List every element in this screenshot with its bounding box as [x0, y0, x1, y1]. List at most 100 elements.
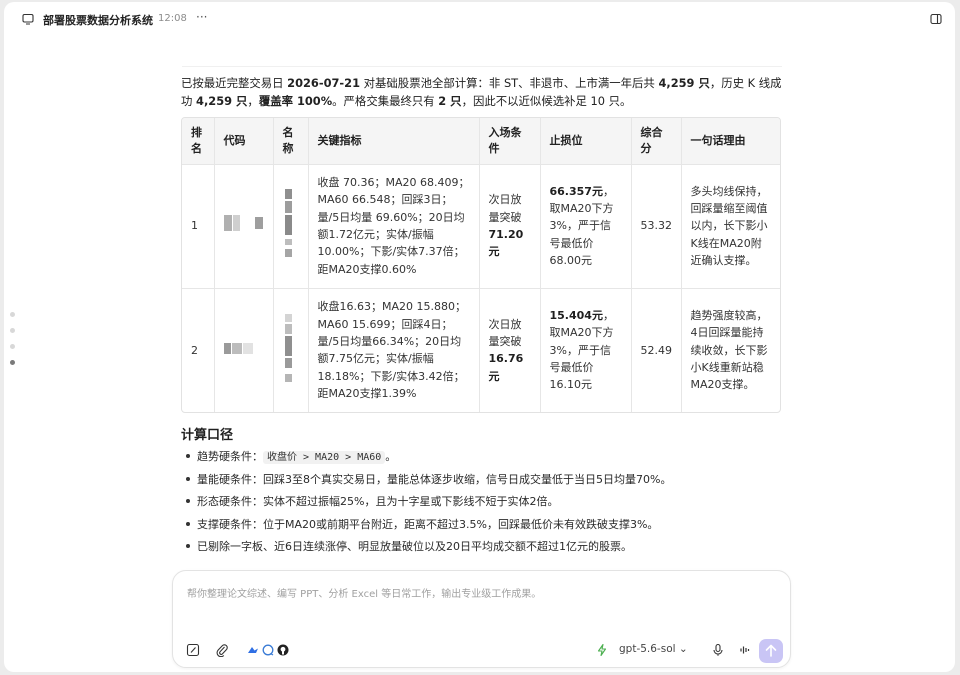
intro-text: 。严格交集最终只有 — [332, 94, 439, 108]
intro-paragraph: 已按最近完整交易日 2026-07-21 对基础股票池全部计算：非 ST、非退市… — [181, 74, 787, 110]
bullet-text: 趋势硬条件： — [197, 450, 263, 463]
more-options-icon[interactable]: ··· — [196, 10, 207, 24]
header-name: 名称 — [273, 118, 309, 165]
message-divider — [182, 66, 782, 67]
header-code: 代码 — [214, 118, 274, 165]
list-item: 支撑硬条件：位于MA20或前期平台附近，距离不超过3.5%，回踩最低价未有效跌破… — [181, 516, 671, 539]
app-window: 部署股票数据分析系统 12:08 ··· 已按最近完整交易日 2026-07-2… — [4, 2, 955, 672]
entry-price: 71.20元 — [488, 228, 524, 259]
stop-price: 15.404元 — [549, 309, 603, 322]
plugin-chat-icon[interactable] — [261, 643, 275, 657]
table-row: 1 收盘 70.36；MA20 68.409；MA60 66.548；回踩3日；… — [182, 164, 780, 289]
header-metrics: 关键指标 — [308, 118, 480, 165]
conversation-time: 12:08 — [158, 13, 187, 24]
final-count: 2 只 — [438, 94, 462, 108]
cell-stop: 66.357元， 取MA20下方3%，严于信号最低价68.00元 — [540, 164, 632, 289]
cell-score: 53.32 — [631, 164, 682, 289]
composer: gpt-5.6-sol ⌄ — [172, 570, 791, 668]
arrow-up-icon — [765, 644, 777, 657]
nav-dot-active[interactable] — [10, 360, 15, 365]
header-reason: 一句话理由 — [681, 118, 780, 165]
results-table: 排名 代码 名称 关键指标 入场条件 止损位 综合分 一句话理由 1 收盘 70… — [181, 117, 781, 413]
model-selector[interactable]: gpt-5.6-sol ⌄ — [619, 643, 688, 655]
cell-rank: 1 — [182, 164, 215, 289]
bullet-dot-icon — [186, 476, 190, 481]
cell-code — [214, 164, 274, 289]
chevron-down-icon: ⌄ — [678, 643, 688, 655]
entry-text: 次日放量突破 — [488, 193, 522, 224]
bullet-text: 支撑硬条件：位于MA20或前期平台附近，距离不超过3.5%，回踩最低价未有效跌破… — [197, 517, 659, 531]
attach-icon[interactable] — [215, 643, 229, 657]
entry-text: 次日放量突破 — [488, 317, 522, 348]
cell-code — [214, 288, 274, 412]
list-item: 量能硬条件：回踩3至8个真实交易日，量能总体逐步收缩，信号日成交量低于当日5日均… — [181, 471, 671, 494]
lightning-icon[interactable] — [595, 643, 609, 657]
sidebar-toggle-icon[interactable] — [930, 13, 942, 25]
edit-icon[interactable] — [186, 643, 200, 657]
conversation-title: 部署股票数据分析系统 — [43, 14, 153, 27]
cell-entry: 次日放量突破 71.20元 — [479, 164, 541, 289]
header-rank: 排名 — [182, 118, 215, 165]
list-item: 已剔除一字板、近6日连续涨停、明显放量破位以及20日平均成交额不超过1亿元的股票… — [181, 538, 671, 561]
header-stop: 止损位 — [540, 118, 632, 165]
redacted-code — [223, 215, 268, 232]
cell-score: 52.49 — [631, 288, 682, 412]
intro-text: ，因此不以近似候选补足 10 只。 — [461, 94, 632, 108]
intro-text: ， — [247, 94, 259, 108]
intro-text: 对基础股票池全部计算：非 ST、非退市、上市满一年后共 — [360, 76, 659, 90]
microphone-icon[interactable] — [711, 643, 725, 657]
list-item: 趋势硬条件： 收盘价 > MA20 > MA60。 — [181, 448, 671, 471]
section-title: 计算口径 — [181, 428, 234, 443]
bullet-text: 已剔除一字板、近6日连续涨停、明显放量破位以及20日平均成交额不超过1亿元的股票… — [197, 540, 632, 553]
bullet-text: 量能硬条件：回踩3至8个真实交易日，量能总体逐步收缩，信号日成交量低于当日5日均… — [197, 472, 672, 486]
results-table-grid: 排名 代码 名称 关键指标 入场条件 止损位 综合分 一句话理由 1 收盘 70… — [182, 118, 780, 412]
success-count: 4,259 只 — [196, 94, 248, 108]
cell-name — [273, 288, 309, 412]
cell-stop: 15.404元， 取MA20下方3%，严于信号最低价16.10元 — [540, 288, 632, 412]
nav-dot[interactable] — [10, 344, 15, 349]
stop-separator: ， — [602, 184, 614, 198]
entry-price: 16.76元 — [488, 352, 524, 383]
model-name: gpt-5.6-sol — [619, 643, 676, 655]
stop-separator: ， — [602, 309, 614, 322]
pool-count: 4,259 只 — [658, 76, 710, 90]
cell-reason: 多头均线保持，回踩量缩至阈值以内，长下影小K线在MA20附近确认支撑。 — [681, 164, 780, 289]
redacted-code — [223, 340, 268, 356]
plugin-cloud-icon[interactable] — [246, 643, 260, 657]
stop-desc: 取MA20下方3%，严于信号最低价16.10元 — [549, 326, 614, 392]
voice-wave-icon[interactable] — [738, 643, 752, 657]
bullet-text-end: 。 — [385, 450, 397, 463]
bullet-dot-icon — [186, 544, 190, 548]
table-header-row: 排名 代码 名称 关键指标 入场条件 止损位 综合分 一句话理由 — [182, 118, 780, 165]
nav-dot[interactable] — [10, 312, 15, 317]
title-bar: 部署股票数据分析系统 12:08 ··· — [4, 2, 955, 36]
github-icon[interactable] — [276, 643, 290, 657]
criteria-list: 趋势硬条件： 收盘价 > MA20 > MA60。 量能硬条件：回踩3至8个真实交… — [181, 448, 671, 561]
header-score: 综合分 — [631, 118, 682, 165]
redacted-name — [283, 187, 293, 259]
chat-icon — [22, 13, 34, 25]
cell-metrics: 收盘 70.36；MA20 68.409；MA60 66.548；回踩3日；量/… — [308, 164, 480, 289]
bullet-dot-icon — [186, 521, 190, 526]
bullet-dot-icon — [186, 454, 190, 458]
coverage-rate: 覆盖率 100% — [258, 94, 333, 108]
send-button[interactable] — [759, 639, 783, 663]
cell-name — [273, 164, 309, 289]
cell-metrics: 收盘16.63；MA20 15.880；MA60 15.699；回踩4日；量/5… — [308, 288, 480, 412]
message-input[interactable] — [185, 583, 779, 605]
cell-reason: 趋势强度较高，4日回踩量能持续收敛，长下影小K线重新站稳MA20支撑。 — [690, 309, 768, 392]
inline-code: 收盘价 > MA20 > MA60 — [263, 451, 386, 464]
redacted-name — [283, 312, 293, 384]
message-navigator — [10, 312, 15, 376]
cell-entry: 次日放量突破 16.76元 — [479, 288, 541, 412]
table-row: 2 收盘16.63；MA20 15.880；MA60 15.699；回踩4日；量… — [182, 288, 780, 412]
stop-desc: 取MA20下方3%，严于信号最低价68.00元 — [549, 202, 614, 267]
bullet-dot-icon — [186, 499, 190, 503]
nav-dot[interactable] — [10, 328, 15, 333]
intro-text: 已按最近完整交易日 — [181, 76, 288, 90]
bullet-text: 形态硬条件：实体不超过振幅25%，且为十字星或下影线不短于实体2倍。 — [197, 495, 559, 508]
list-item: 形态硬条件：实体不超过振幅25%，且为十字星或下影线不短于实体2倍。 — [181, 493, 671, 516]
stop-price: 66.357元 — [549, 184, 603, 198]
cell-rank: 2 — [182, 288, 215, 412]
header-entry: 入场条件 — [479, 118, 541, 165]
